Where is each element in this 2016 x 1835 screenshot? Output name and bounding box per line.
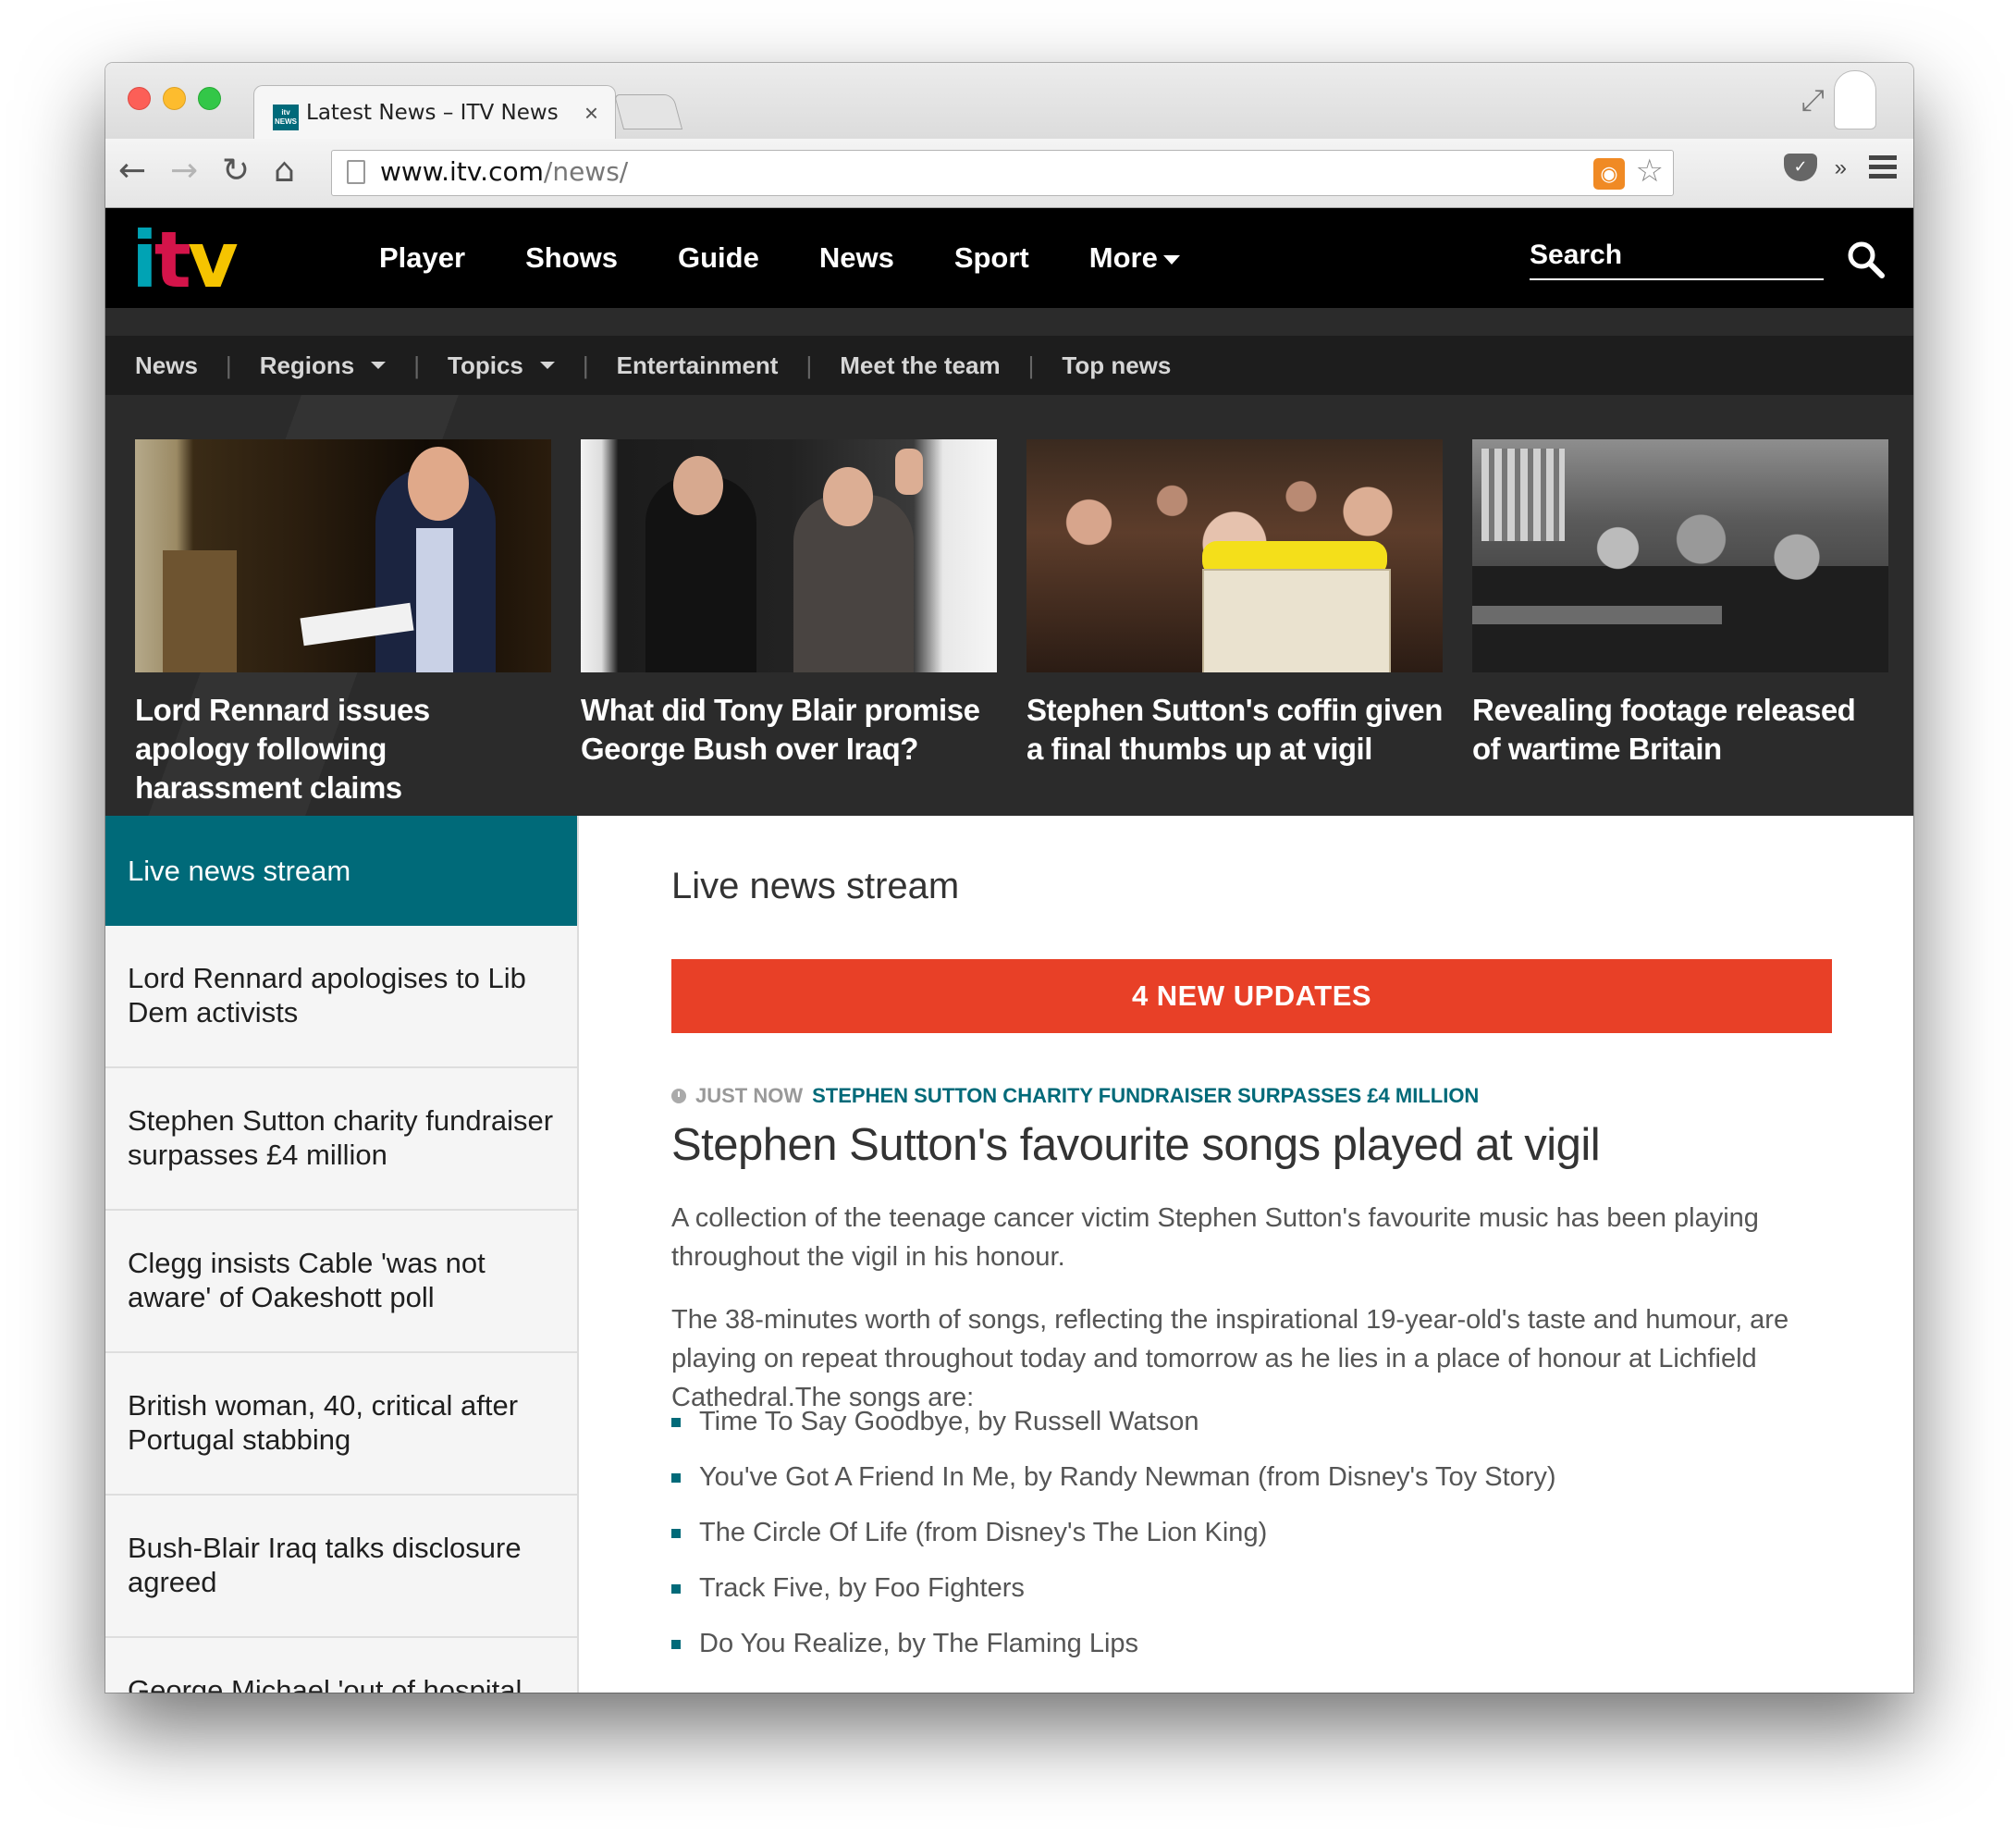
post-headline[interactable]: Stephen Sutton's favourite songs played … xyxy=(671,1119,1601,1171)
browser-toolbar: ← → ↻ ⌂ www.itv.com/news/ ◉ ☆ ✓ » xyxy=(105,139,1913,208)
subnav-regions-label: Regions xyxy=(259,351,355,379)
browser-window: itv NEWS Latest News – ITV News × ⤢ ← → … xyxy=(105,63,1913,1693)
featured-story-card[interactable]: What did Tony Blair promise George Bush … xyxy=(581,439,997,769)
sidebar-story-item[interactable]: Lord Rennard apologises to Lib Dem activ… xyxy=(105,926,577,1068)
caret-down-icon xyxy=(371,362,387,369)
header-band xyxy=(105,308,1913,336)
post-meta: JUST NOW STEPHEN SUTTON CHARITY FUNDRAIS… xyxy=(671,1084,1479,1108)
back-arrow-icon[interactable]: ← xyxy=(118,152,146,190)
search-box xyxy=(1530,240,1824,280)
subnav-top-news[interactable]: Top news xyxy=(1062,351,1171,380)
page-icon xyxy=(347,160,365,184)
itv-news-favicon-icon: itv NEWS xyxy=(273,105,299,130)
subnav-divider: | xyxy=(1027,351,1035,379)
url-path: /news/ xyxy=(543,156,629,187)
featured-story-title[interactable]: Lord Rennard issues apology following ha… xyxy=(135,691,551,807)
subnav-divider: | xyxy=(225,351,232,379)
list-item: You've Got A Friend In Me, by Randy Newm… xyxy=(671,1458,1556,1513)
post-paragraph: A collection of the teenage cancer victi… xyxy=(671,1203,1759,1272)
section-subnav: News | Regions | Topics | Entertainment … xyxy=(105,336,1913,395)
reload-icon[interactable]: ↻ xyxy=(222,152,250,190)
main-nav: Player Shows Guide News Sport More xyxy=(379,241,1240,275)
extensions-overflow-icon[interactable]: » xyxy=(1835,155,1847,181)
site-header: itv Player Shows Guide News Sport More xyxy=(105,208,1913,308)
tab-strip: itv NEWS Latest News – ITV News × ⤢ xyxy=(105,63,1913,142)
search-input[interactable] xyxy=(1530,240,1807,271)
sidebar-story-item[interactable]: British woman, 40, critical after Portug… xyxy=(105,1353,577,1496)
caret-down-icon xyxy=(1162,254,1180,265)
zoom-window-button[interactable] xyxy=(198,87,221,110)
subnav-entertainment[interactable]: Entertainment xyxy=(617,351,779,380)
list-item: Track Five, by Foo Fighters xyxy=(671,1569,1556,1624)
featured-story-image[interactable] xyxy=(581,439,997,672)
tab-title: Latest News – ITV News xyxy=(306,101,559,125)
url-host: www.itv.com xyxy=(380,156,544,187)
featured-story-image[interactable] xyxy=(135,439,551,672)
featured-story-title[interactable]: What did Tony Blair promise George Bush … xyxy=(581,691,997,769)
forward-arrow-icon[interactable]: → xyxy=(170,152,198,190)
post-topic-link[interactable]: STEPHEN SUTTON CHARITY FUNDRAISER SURPAS… xyxy=(812,1084,1479,1108)
nav-sport[interactable]: Sport xyxy=(954,241,1029,275)
featured-story-title[interactable]: Revealing footage released of wartime Br… xyxy=(1472,691,1888,769)
nav-news[interactable]: News xyxy=(819,241,894,275)
nav-guide[interactable]: Guide xyxy=(678,241,759,275)
subnav-meet-the-team[interactable]: Meet the team xyxy=(840,351,1000,380)
sidebar-story-item[interactable]: Bush-Blair Iraq talks disclosure agreed xyxy=(105,1496,577,1638)
post-paragraph: The 38-minutes worth of songs, reflectin… xyxy=(671,1305,1789,1412)
tab-close-icon[interactable]: × xyxy=(584,99,598,128)
hamburger-menu-icon[interactable] xyxy=(1869,155,1897,179)
featured-story-card[interactable]: Lord Rennard issues apology following ha… xyxy=(135,439,551,807)
subnav-divider: | xyxy=(413,351,421,379)
live-stream-sidebar: Live news stream Lord Rennard apologises… xyxy=(105,816,579,1693)
minimize-window-button[interactable] xyxy=(163,87,186,110)
subnav-divider: | xyxy=(805,351,813,379)
featured-story-title[interactable]: Stephen Sutton's coffin given a final th… xyxy=(1026,691,1443,769)
subnav-topics[interactable]: Topics xyxy=(448,351,555,380)
sidebar-story-item[interactable]: Stephen Sutton charity fundraiser surpas… xyxy=(105,1068,577,1211)
nav-shows[interactable]: Shows xyxy=(525,241,618,275)
subnav-topics-label: Topics xyxy=(448,351,523,379)
nav-player[interactable]: Player xyxy=(379,241,465,275)
featured-story-image[interactable] xyxy=(1472,439,1888,672)
url-text[interactable]: www.itv.com/news/ xyxy=(380,156,628,187)
browser-tab-active[interactable]: itv NEWS Latest News – ITV News × xyxy=(253,85,616,142)
subnav-divider: | xyxy=(582,351,589,379)
nav-more-label: More xyxy=(1088,241,1158,274)
pocket-icon[interactable]: ✓ xyxy=(1784,154,1817,181)
close-window-button[interactable] xyxy=(128,87,151,110)
featured-story-card[interactable]: Revealing footage released of wartime Br… xyxy=(1472,439,1888,769)
list-item: Do You Realize, by The Flaming Lips xyxy=(671,1624,1556,1680)
profile-avatar-icon[interactable] xyxy=(1834,70,1876,129)
new-tab-button[interactable] xyxy=(613,94,683,129)
nav-more[interactable]: More xyxy=(1089,241,1180,275)
sidebar-header[interactable]: Live news stream xyxy=(105,816,577,926)
page-title: Live news stream xyxy=(671,866,960,906)
list-item: Time To Say Goodbye, by Russell Watson xyxy=(671,1402,1556,1458)
list-item: The Circle Of Life (from Disney's The Li… xyxy=(671,1513,1556,1569)
address-bar[interactable]: www.itv.com/news/ ◉ ☆ xyxy=(331,150,1674,196)
featured-story-image[interactable] xyxy=(1026,439,1443,672)
sidebar-story-item[interactable]: George Michael 'out of hospital xyxy=(105,1638,577,1693)
itv-logo[interactable]: itv xyxy=(131,221,279,299)
sidebar-story-item[interactable]: Clegg insists Cable 'was not aware' of O… xyxy=(105,1211,577,1353)
fullscreen-icon[interactable]: ⤢ xyxy=(1801,83,1825,118)
song-list: Time To Say Goodbye, by Russell Watson Y… xyxy=(671,1402,1556,1680)
clock-icon xyxy=(671,1089,686,1103)
post-time: JUST NOW xyxy=(695,1084,804,1107)
subnav-news[interactable]: News xyxy=(135,351,198,380)
subnav-regions[interactable]: Regions xyxy=(260,351,387,380)
new-updates-button[interactable]: 4 NEW UPDATES xyxy=(671,959,1832,1033)
featured-story-card[interactable]: Stephen Sutton's coffin given a final th… xyxy=(1026,439,1443,769)
featured-stories: Lord Rennard issues apology following ha… xyxy=(105,395,1913,816)
home-icon[interactable]: ⌂ xyxy=(274,152,295,190)
caret-down-icon xyxy=(539,362,555,369)
search-icon[interactable] xyxy=(1846,240,1885,278)
bookmark-star-icon[interactable]: ☆ xyxy=(1636,153,1664,190)
itv-news-page: itv Player Shows Guide News Sport More N… xyxy=(105,208,1913,1693)
live-stream-content: Live news stream 4 NEW UPDATES JUST NOW … xyxy=(671,816,1832,1693)
rss-feed-icon[interactable]: ◉ xyxy=(1593,158,1625,190)
